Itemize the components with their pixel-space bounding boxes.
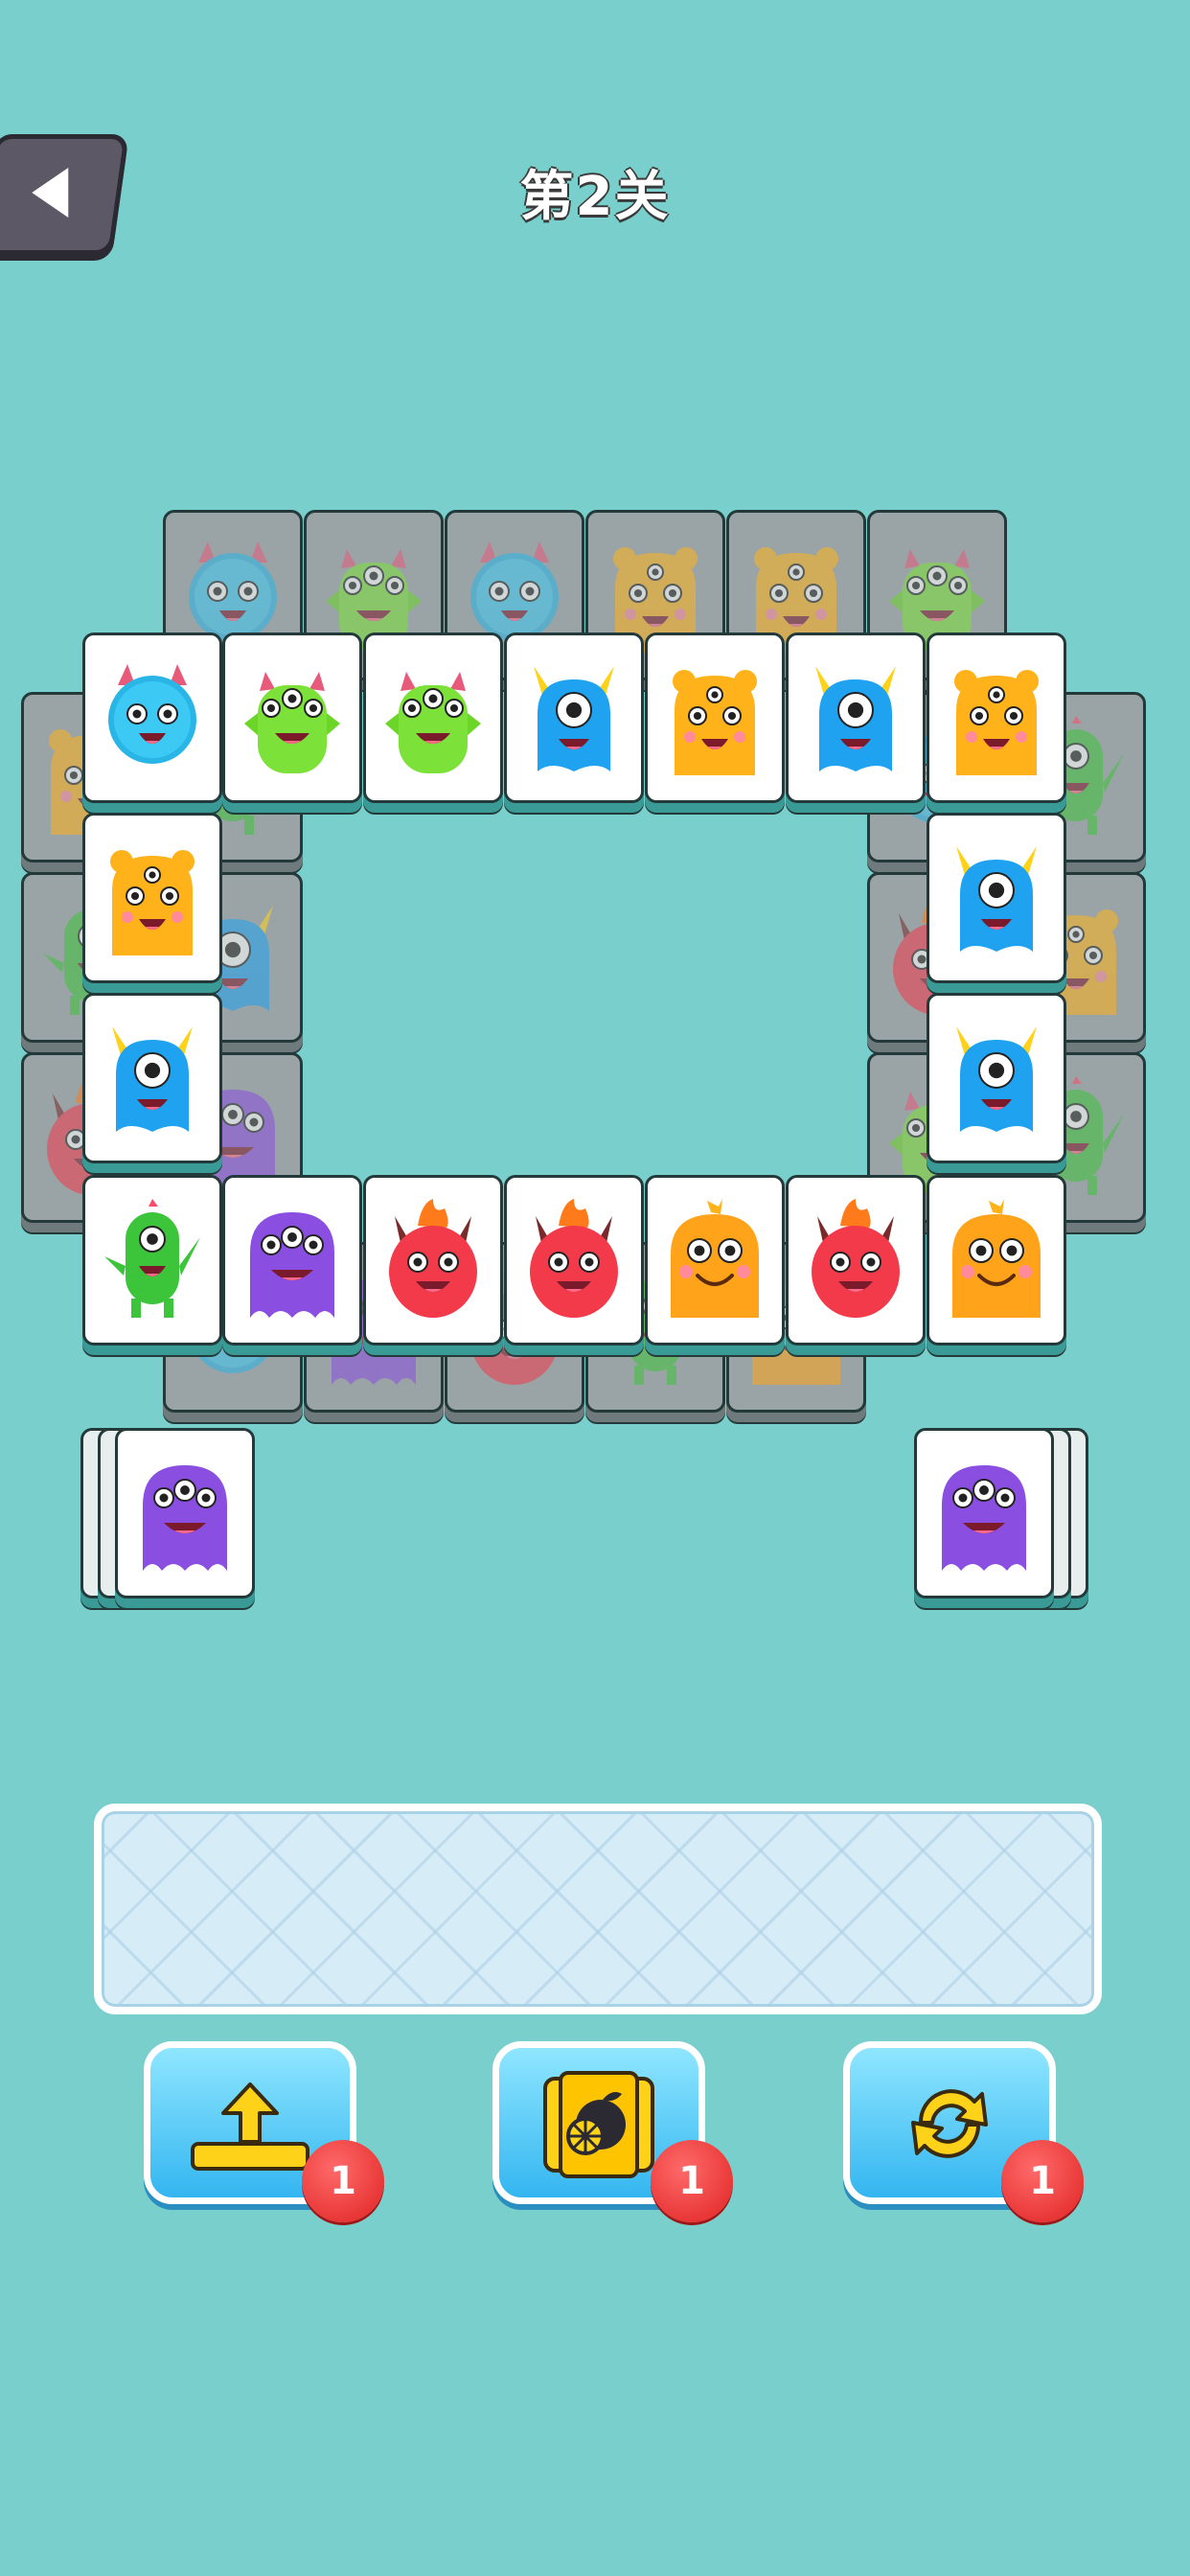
tile-blue-cyclops[interactable]	[82, 993, 222, 1163]
tile-green-three-eyed[interactable]	[363, 632, 503, 803]
blue-cyclops-monster-icon	[815, 666, 896, 771]
tile-purple-ghost[interactable]	[222, 1175, 362, 1346]
green-three-eyed-monster-icon	[244, 672, 340, 773]
orange-bear-monster-icon	[673, 670, 757, 775]
tile-orange-blob[interactable]	[927, 1175, 1066, 1346]
purple-ghost-monster-icon	[143, 1465, 227, 1571]
tile-red-flame[interactable]	[363, 1175, 503, 1346]
tile-purple-ghost[interactable]	[914, 1428, 1054, 1598]
red-flame-monster-icon	[389, 1199, 477, 1318]
purple-ghost-monster-icon	[942, 1465, 1026, 1571]
blue-cyclops-monster-icon	[112, 1026, 193, 1132]
shuffle-powerup-button[interactable]: 1	[843, 2041, 1084, 2222]
green-three-eyed-monster-icon	[385, 672, 481, 773]
purple-ghost-monster-icon	[250, 1212, 334, 1318]
tile-blue-fuzzy[interactable]	[82, 632, 222, 803]
tile-green-three-eyed[interactable]	[222, 632, 362, 803]
blue-fuzzy-monster-icon	[108, 664, 196, 764]
tile-orange-bear[interactable]	[927, 632, 1066, 803]
move-out-arrow-icon	[191, 2082, 309, 2171]
tile-blue-cyclops[interactable]	[927, 813, 1066, 983]
hint-powerup-button[interactable]: 1	[492, 2041, 733, 2222]
tile-board	[0, 0, 1190, 1629]
tile-purple-ghost[interactable]	[115, 1428, 255, 1598]
tile-orange-bear[interactable]	[82, 813, 222, 983]
shuffle-count-badge: 1	[1001, 2140, 1084, 2222]
fruit-card-icon	[543, 2071, 654, 2178]
tile-orange-blob[interactable]	[645, 1175, 785, 1346]
tile-green-cyclops[interactable]	[82, 1175, 222, 1346]
slot-tray	[94, 1804, 1102, 2014]
hint-count-badge: 1	[651, 2140, 733, 2222]
orange-bear-monster-icon	[110, 850, 195, 955]
green-cyclops-monster-icon	[104, 1199, 200, 1318]
orange-blob-monster-icon	[952, 1199, 1041, 1318]
blue-cyclops-monster-icon	[956, 1026, 1037, 1132]
tile-red-flame[interactable]	[504, 1175, 644, 1346]
tile-orange-bear[interactable]	[645, 632, 785, 803]
red-flame-monster-icon	[530, 1199, 618, 1318]
tile-blue-cyclops[interactable]	[504, 632, 644, 803]
red-flame-monster-icon	[812, 1199, 900, 1318]
blue-cyclops-monster-icon	[534, 666, 614, 771]
tile-blue-cyclops[interactable]	[927, 993, 1066, 1163]
orange-blob-monster-icon	[671, 1199, 759, 1318]
tile-red-flame[interactable]	[786, 1175, 926, 1346]
blue-cyclops-monster-icon	[956, 846, 1037, 952]
shuffle-icon	[911, 2089, 988, 2158]
orange-bear-monster-icon	[954, 670, 1039, 775]
undo-powerup-button[interactable]: 1	[144, 2041, 384, 2222]
undo-count-badge: 1	[302, 2140, 384, 2222]
tile-blue-cyclops[interactable]	[786, 632, 926, 803]
